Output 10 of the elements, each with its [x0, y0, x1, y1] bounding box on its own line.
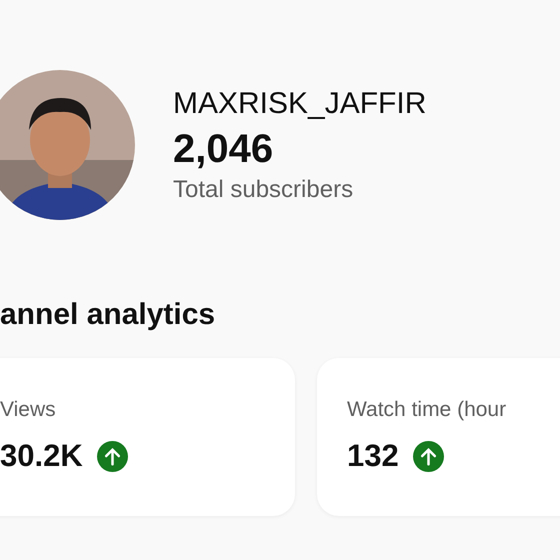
subscribers-label: Total subscribers	[173, 176, 354, 204]
metric-card[interactable]: Views 30.2K	[0, 358, 295, 516]
metric-label: Watch time (hour	[347, 398, 506, 422]
section-title: annel analytics	[0, 298, 216, 332]
metric-label: Views	[0, 398, 56, 422]
channel-name: MAXRISK_JAFFIR	[173, 86, 426, 120]
subscriber-count: 2,046	[173, 126, 274, 172]
metric-value: 30.2K	[0, 438, 83, 474]
metric-card[interactable]: Watch time (hour 132	[317, 358, 560, 516]
metric-value: 132	[347, 438, 399, 474]
